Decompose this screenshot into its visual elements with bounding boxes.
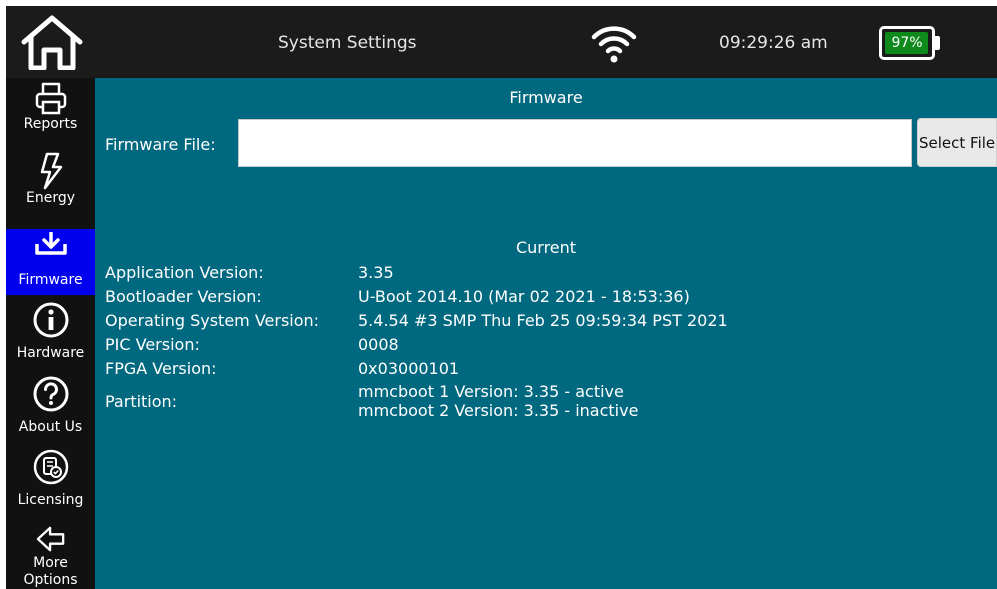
info-icon [33, 302, 68, 338]
sidebar-item-energy[interactable]: Energy [6, 152, 95, 222]
info-key: Partition: [105, 392, 178, 411]
info-key: FPGA Version: [105, 359, 217, 378]
sidebar: Reports Energy Firmware Hardware About U… [6, 78, 95, 589]
partition-line: mmcboot 1 Version: 3.35 - active [358, 382, 624, 401]
sidebar-item-licensing[interactable]: Licensing [6, 448, 95, 520]
sidebar-item-label: Energy [25, 190, 75, 206]
info-value: 0x03000101 [358, 359, 460, 378]
sidebar-item-label: More Options [23, 555, 78, 588]
info-value: U-Boot 2014.10 (Mar 02 2021 - 18:53:36) [358, 287, 690, 306]
clock: 09:29:26 am [719, 33, 828, 53]
firmware-file-label: Firmware File: [105, 135, 216, 154]
select-file-button[interactable]: Select File [917, 118, 997, 167]
sidebar-item-more-options[interactable]: More Options [6, 525, 95, 589]
info-key: Application Version: [105, 263, 264, 282]
home-button[interactable] [6, 6, 97, 78]
sidebar-item-label: Hardware [16, 345, 85, 361]
download-icon [34, 232, 67, 255]
sidebar-item-about-us[interactable]: About Us [6, 375, 95, 447]
question-icon [33, 376, 68, 412]
top-bar: System Settings 09:29:26 am 97% [6, 6, 997, 78]
main-content: Firmware Firmware File: Select File Curr… [95, 78, 997, 589]
battery-indicator: 97% [879, 26, 941, 60]
info-key: PIC Version: [105, 335, 200, 354]
page-title: System Settings [278, 33, 417, 53]
sidebar-item-label: Firmware [18, 272, 83, 288]
sidebar-item-label: Licensing [17, 492, 84, 508]
sidebar-item-label: About Us [18, 419, 83, 435]
info-key: Operating System Version: [105, 311, 320, 330]
sidebar-item-hardware[interactable]: Hardware [6, 301, 95, 373]
sidebar-item-label: Reports [23, 116, 78, 132]
lightning-icon [40, 152, 62, 190]
info-key: Bootloader Version: [105, 287, 262, 306]
home-icon [21, 15, 82, 70]
arrow-left-icon [36, 526, 64, 552]
wifi-icon [591, 26, 637, 63]
license-icon [33, 449, 68, 485]
firmware-heading: Firmware [509, 88, 583, 107]
info-value: 0008 [358, 335, 399, 354]
printer-icon [35, 82, 66, 115]
device-screen: System Settings 09:29:26 am 97% Reports [6, 6, 997, 589]
battery-label: 97% [891, 35, 923, 51]
partition-line: mmcboot 2 Version: 3.35 - inactive [358, 401, 639, 420]
battery-tip [935, 36, 940, 50]
current-heading: Current [515, 238, 577, 257]
sidebar-item-firmware[interactable]: Firmware [6, 229, 95, 295]
info-value: 5.4.54 #3 SMP Thu Feb 25 09:59:34 PST 20… [358, 311, 728, 330]
info-value: 3.35 [358, 263, 394, 282]
sidebar-item-reports[interactable]: Reports [6, 80, 95, 148]
battery-icon: 97% [879, 26, 935, 60]
firmware-file-input[interactable] [238, 119, 912, 167]
